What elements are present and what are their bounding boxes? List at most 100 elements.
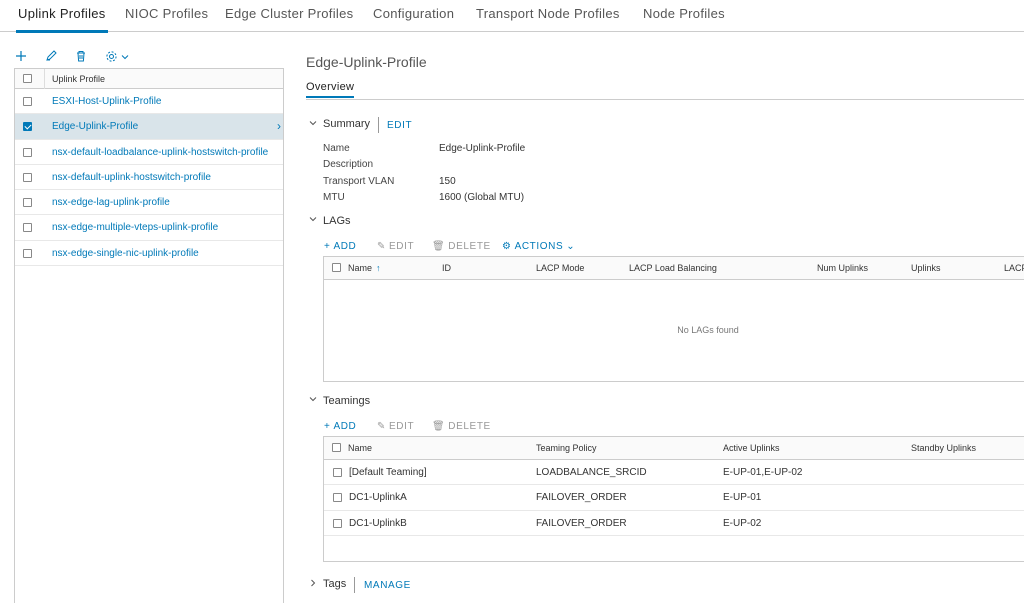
add-teaming-button[interactable]: + ADD	[324, 421, 356, 432]
row-checkbox[interactable]	[23, 172, 32, 182]
list-item[interactable]: nsx-edge-lag-uplink-profile	[15, 190, 283, 216]
row-checkbox-checked[interactable]	[23, 122, 32, 132]
column-header-name[interactable]: Name	[348, 443, 372, 453]
gear-icon: ⚙	[502, 241, 512, 252]
table-row[interactable]: [Default Teaming] LOADBALANCE_SRCID E-UP…	[324, 460, 1024, 486]
field-label: Name	[323, 143, 350, 154]
select-all-checkbox[interactable]	[332, 443, 341, 452]
add-label: ADD	[333, 421, 357, 432]
row-checkbox[interactable]	[23, 147, 32, 157]
lags-section-header[interactable]: LAGs	[323, 215, 351, 227]
list-item[interactable]: nsx-default-loadbalance-uplink-hostswitc…	[15, 140, 283, 165]
profile-link[interactable]: ESXI-Host-Uplink-Profile	[52, 96, 280, 107]
lags-grid: Name ↑ ID LACP Mode LACP Load Balancing N…	[323, 256, 1024, 382]
profile-link[interactable]: Edge-Uplink-Profile	[52, 121, 280, 132]
chevron-down-icon[interactable]	[309, 215, 317, 226]
column-header-uplink-profile[interactable]: Uplink Profile	[52, 74, 105, 84]
row-checkbox[interactable]	[23, 223, 32, 233]
profile-link[interactable]: nsx-edge-single-nic-uplink-profile	[52, 248, 280, 259]
add-icon: +	[324, 421, 331, 432]
tab-node-profiles[interactable]: Node Profiles	[643, 6, 725, 21]
add-label: ADD	[333, 241, 357, 252]
row-checkbox[interactable]	[23, 198, 32, 208]
chevron-down-icon[interactable]	[309, 395, 317, 406]
column-header-lacp[interactable]: LACP	[1004, 263, 1024, 273]
list-item-selected[interactable]: Edge-Uplink-Profile ›	[15, 114, 283, 140]
column-header-num-uplinks[interactable]: Num Uplinks	[817, 263, 868, 273]
tab-edge-cluster-profiles[interactable]: Edge Cluster Profiles	[225, 6, 353, 21]
sort-ascending-icon: ↑	[376, 263, 381, 273]
edit-icon[interactable]	[45, 50, 57, 62]
row-checkbox[interactable]	[333, 518, 342, 528]
summary-section-header[interactable]: Summary	[323, 118, 370, 130]
profile-link[interactable]: nsx-edge-lag-uplink-profile	[52, 197, 280, 208]
chevron-right-icon[interactable]	[309, 579, 317, 590]
select-all-checkbox[interactable]	[332, 263, 341, 272]
field-value: 1600 (Global MTU)	[439, 192, 525, 203]
row-checkbox[interactable]	[333, 468, 342, 477]
list-item[interactable]: nsx-edge-multiple-vteps-uplink-profile	[15, 215, 283, 241]
list-item[interactable]: nsx-edge-single-nic-uplink-profile	[15, 241, 283, 267]
row-checkbox[interactable]	[333, 493, 342, 503]
column-header-standby-uplinks[interactable]: Standby Uplinks	[911, 443, 976, 453]
profile-link[interactable]: nsx-default-loadbalance-uplink-hostswitc…	[52, 147, 280, 158]
delete-label: DELETE	[448, 241, 491, 252]
row-checkbox[interactable]	[23, 248, 32, 258]
manage-tags-link[interactable]: MANAGE	[364, 580, 411, 591]
column-header-id[interactable]: ID	[442, 263, 451, 273]
list-item[interactable]: ESXI-Host-Uplink-Profile	[15, 89, 283, 115]
delete-label: DELETE	[448, 421, 491, 432]
actions-label: ACTIONS	[514, 241, 564, 252]
chevron-down-icon[interactable]	[121, 53, 129, 61]
cell-name: [Default Teaming]	[349, 467, 427, 478]
section-separator	[378, 117, 379, 133]
cell-name: DC1-UplinkA	[349, 492, 407, 504]
profile-link[interactable]: nsx-default-uplink-hostswitch-profile	[52, 172, 280, 183]
tab-uplink-profiles[interactable]: Uplink Profiles	[16, 6, 108, 33]
add-lag-button[interactable]: + ADD	[324, 241, 356, 252]
chevron-down-icon[interactable]	[309, 119, 317, 130]
grid-header: Name Teaming Policy Active Uplinks Stand…	[324, 437, 1024, 460]
column-header-teaming-policy[interactable]: Teaming Policy	[536, 443, 597, 453]
column-header-lacp-mode[interactable]: LACP Mode	[536, 263, 584, 273]
field-label: Transport VLAN	[323, 176, 395, 187]
column-header-name[interactable]: Name ↑	[348, 263, 381, 273]
tags-section-header[interactable]: Tags	[323, 578, 346, 590]
tab-transport-node-profiles[interactable]: Transport Node Profiles	[476, 6, 620, 21]
gear-icon[interactable]	[105, 50, 118, 63]
cell-name: DC1-UplinkB	[349, 517, 407, 529]
column-header-lacp-load-balancing[interactable]: LACP Load Balancing	[629, 263, 717, 273]
field-label: MTU	[323, 192, 345, 203]
actions-dropdown[interactable]: ⚙ ACTIONS ⌄	[502, 241, 575, 252]
grid-header: Uplink Profile	[15, 69, 283, 89]
uplink-profile-grid: Uplink Profile ESXI-Host-Uplink-Profile …	[14, 68, 284, 603]
tab-configuration[interactable]: Configuration	[373, 6, 454, 21]
list-item[interactable]: nsx-default-uplink-hostswitch-profile	[15, 165, 283, 191]
top-tab-bar: Uplink Profiles NIOC Profiles Edge Clust…	[0, 0, 1024, 33]
field-value: Edge-Uplink-Profile	[439, 143, 526, 154]
edit-summary-link[interactable]: EDIT	[387, 120, 412, 131]
add-icon[interactable]	[15, 50, 27, 62]
row-checkbox[interactable]	[23, 97, 32, 106]
profile-link[interactable]: nsx-edge-multiple-vteps-uplink-profile	[52, 222, 280, 233]
edit-icon: ✎	[377, 421, 386, 432]
edit-label: EDIT	[388, 421, 415, 432]
teamings-section-header[interactable]: Teamings	[323, 395, 370, 407]
delete-teaming-button[interactable]: 🗑︎ DELETE	[432, 421, 491, 432]
teamings-grid: Name Teaming Policy Active Uplinks Stand…	[323, 436, 1024, 562]
section-separator	[354, 577, 355, 593]
table-row[interactable]: DC1-UplinkB FAILOVER_ORDER E-UP-02	[324, 511, 1024, 536]
delete-icon[interactable]	[75, 50, 87, 62]
select-all-checkbox[interactable]	[23, 74, 32, 83]
edit-lag-button[interactable]: ✎ EDIT	[377, 241, 414, 252]
table-row[interactable]: DC1-UplinkA FAILOVER_ORDER E-UP-01	[324, 485, 1024, 511]
detail-title: Edge-Uplink-Profile	[306, 54, 427, 70]
column-header-active-uplinks[interactable]: Active Uplinks	[723, 443, 780, 453]
tab-nioc-profiles[interactable]: NIOC Profiles	[125, 6, 208, 21]
column-header-uplinks[interactable]: Uplinks	[911, 263, 941, 273]
subtab-divider	[306, 99, 1024, 100]
cell-teaming-policy: FAILOVER_ORDER	[536, 517, 627, 529]
delete-lag-button[interactable]: 🗑︎ DELETE	[432, 241, 491, 252]
tab-overview[interactable]: Overview	[306, 81, 355, 98]
edit-teaming-button[interactable]: ✎ EDIT	[377, 421, 414, 432]
